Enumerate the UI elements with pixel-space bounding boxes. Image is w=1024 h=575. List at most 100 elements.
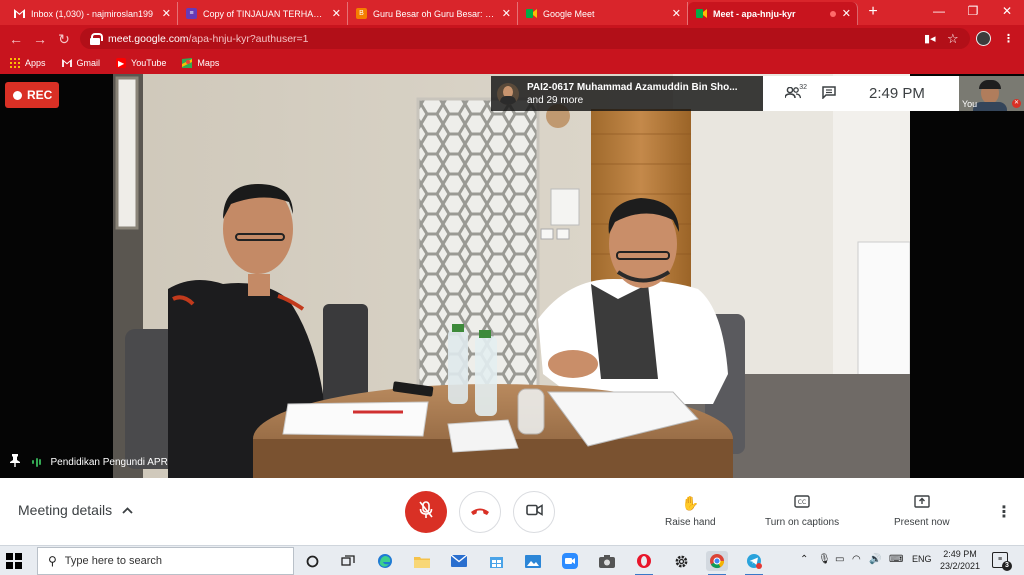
meet-icon bbox=[526, 8, 537, 19]
participants-button[interactable]: 32 bbox=[775, 76, 811, 111]
self-view-tile[interactable]: You ✕ bbox=[959, 76, 1024, 111]
hand-icon: ✋ bbox=[681, 495, 700, 511]
search-icon: ⚲ bbox=[48, 554, 57, 568]
lock-icon bbox=[90, 32, 103, 45]
leave-call-button[interactable] bbox=[459, 491, 501, 533]
present-now-button[interactable]: Present now bbox=[894, 494, 950, 528]
meet-icon bbox=[696, 8, 707, 19]
meet-stage: REC PAI2-0617 Muhammad Azamuddin Bin Sho… bbox=[0, 74, 1024, 478]
camera-in-use-icon[interactable]: ▮◂ bbox=[924, 29, 936, 49]
cortana-icon[interactable] bbox=[301, 551, 323, 571]
raise-hand-button[interactable]: ✋ Raise hand bbox=[665, 494, 716, 528]
tab-google-meet[interactable]: Google Meet ✕ bbox=[518, 2, 688, 25]
omnibox[interactable]: meet.google.com/apa-hnju-kyr?authuser=1 bbox=[80, 28, 970, 49]
pinned-name: Pendidikan Pengundi APR bbox=[50, 456, 168, 468]
new-tab-button[interactable]: + bbox=[864, 3, 882, 21]
bookmark-youtube[interactable]: ▶ YouTube bbox=[116, 58, 166, 68]
bookmark-star-icon[interactable]: ☆ bbox=[947, 29, 959, 49]
video-camera-icon bbox=[525, 503, 543, 521]
speaker-name: PAI2-0617 Muhammad Azamuddin Bin Sho... bbox=[527, 81, 738, 93]
mic-off-icon: ✕ bbox=[1012, 99, 1021, 108]
meeting-details-button[interactable]: Meeting details bbox=[18, 502, 133, 518]
closed-captions-icon: CC bbox=[794, 494, 810, 512]
blogger-icon: B bbox=[356, 8, 367, 19]
browser-tab-strip: Inbox (1,030) - najmiroslan199 ✕ ≡ Copy … bbox=[0, 0, 1024, 25]
battery-icon[interactable]: ▭ bbox=[835, 554, 844, 565]
task-view-icon[interactable] bbox=[337, 551, 359, 571]
opera-icon[interactable] bbox=[633, 551, 655, 575]
telegram-icon[interactable] bbox=[743, 551, 765, 575]
recording-badge: REC bbox=[5, 82, 59, 108]
chat-button[interactable] bbox=[811, 76, 847, 111]
camera-toggle-button[interactable] bbox=[513, 491, 555, 533]
mic-tray-icon[interactable]: 🎙 bbox=[818, 554, 831, 565]
video-scene bbox=[113, 74, 910, 478]
file-explorer-icon[interactable] bbox=[411, 551, 433, 571]
tab-blogger-post[interactable]: B Guru Besar oh Guru Besar: 9 T ✕ bbox=[348, 2, 518, 25]
forward-button[interactable]: → bbox=[30, 29, 50, 49]
taskbar-clock[interactable]: 2:49 PM 23/2/2021 bbox=[936, 548, 984, 572]
wifi-icon[interactable]: ◠ bbox=[852, 554, 861, 565]
reload-button[interactable]: ↻ bbox=[54, 29, 74, 49]
chrome-icon[interactable] bbox=[706, 551, 728, 575]
url-text: meet.google.com/apa-hnju-kyr?authuser=1 bbox=[108, 32, 309, 45]
language-indicator[interactable]: ENG bbox=[912, 554, 932, 564]
meet-controls-bar: Meeting details ✋ Raise hand CC Turn on … bbox=[0, 478, 1024, 545]
mic-off-icon bbox=[419, 500, 433, 524]
close-icon[interactable]: ✕ bbox=[332, 7, 341, 20]
chat-icon bbox=[822, 85, 836, 102]
forms-icon: ≡ bbox=[186, 8, 197, 19]
bookmark-maps[interactable]: Maps bbox=[182, 58, 219, 68]
browser-menu-icon[interactable]: ⋮ bbox=[1003, 29, 1014, 49]
pinned-participant-label: Pendidikan Pengundi APR bbox=[10, 454, 168, 470]
taskbar-search-input[interactable]: ⚲ Type here to search bbox=[37, 547, 294, 575]
recording-indicator-icon bbox=[829, 10, 836, 17]
tab-meet-active[interactable]: Meet - apa-hnju-kyr ✕ bbox=[688, 2, 858, 25]
present-screen-icon bbox=[914, 494, 930, 512]
audio-level-icon bbox=[32, 457, 43, 467]
close-icon[interactable]: ✕ bbox=[842, 7, 851, 20]
maps-icon bbox=[182, 58, 193, 68]
mail-icon[interactable] bbox=[448, 551, 470, 571]
screen: Inbox (1,030) - najmiroslan199 ✕ ≡ Copy … bbox=[0, 0, 1024, 575]
edge-browser-icon[interactable] bbox=[374, 551, 396, 571]
volume-icon[interactable]: 🔊 bbox=[869, 554, 881, 565]
store-icon[interactable] bbox=[485, 551, 507, 571]
meet-clock: 2:49 PM bbox=[869, 85, 925, 102]
close-icon[interactable]: ✕ bbox=[672, 7, 681, 20]
apps-grid-icon bbox=[10, 58, 20, 68]
bookmark-gmail[interactable]: Gmail bbox=[61, 58, 100, 68]
settings-gear-icon[interactable] bbox=[670, 551, 692, 571]
main-video-feed[interactable] bbox=[113, 74, 910, 478]
close-icon[interactable]: ✕ bbox=[162, 7, 171, 20]
speaker-avatar bbox=[497, 82, 519, 105]
close-window-button[interactable]: ✕ bbox=[990, 0, 1024, 22]
back-button[interactable]: ← bbox=[6, 29, 26, 49]
tab-gmail-inbox[interactable]: Inbox (1,030) - najmiroslan199 ✕ bbox=[6, 2, 178, 25]
address-toolbar: ← → ↻ meet.google.com/apa-hnju-kyr?authu… bbox=[0, 25, 1024, 52]
svg-text:CC: CC bbox=[798, 499, 806, 506]
profile-avatar[interactable] bbox=[976, 31, 991, 46]
tray-overflow-icon[interactable]: ⌃ bbox=[800, 554, 808, 565]
windows-start-button[interactable] bbox=[6, 553, 22, 569]
participant-count: 32 bbox=[799, 84, 807, 91]
microphone-toggle-button[interactable] bbox=[405, 491, 447, 533]
photos-app-icon[interactable] bbox=[522, 551, 544, 571]
youtube-icon: ▶ bbox=[116, 58, 127, 68]
chevron-up-icon bbox=[122, 503, 133, 517]
pin-icon[interactable] bbox=[10, 454, 20, 470]
minimize-button[interactable]: — bbox=[922, 0, 956, 22]
bookmarks-bar: Apps Gmail ▶ YouTube Maps bbox=[0, 52, 1024, 74]
notification-center-icon[interactable]: ≡ 3 bbox=[992, 552, 1012, 571]
captions-button[interactable]: CC Turn on captions bbox=[765, 494, 839, 528]
more-options-icon[interactable]: ⋮ bbox=[996, 502, 1012, 522]
close-icon[interactable]: ✕ bbox=[502, 7, 511, 20]
active-speaker-strip[interactable]: PAI2-0617 Muhammad Azamuddin Bin Sho... … bbox=[491, 76, 763, 111]
speaker-more: and 29 more bbox=[527, 94, 584, 106]
keyboard-icon[interactable]: ⌨ bbox=[889, 554, 903, 565]
zoom-icon[interactable] bbox=[559, 551, 581, 571]
camera-app-icon[interactable] bbox=[596, 551, 618, 571]
restore-button[interactable]: ❐ bbox=[956, 0, 990, 22]
bookmark-apps[interactable]: Apps bbox=[10, 58, 46, 68]
tab-google-form[interactable]: ≡ Copy of TINJAUAN TERHADAP ✕ bbox=[178, 2, 348, 25]
